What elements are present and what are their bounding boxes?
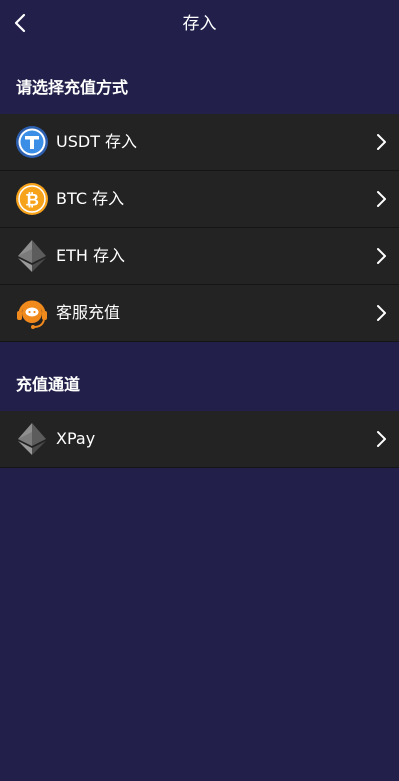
chevron-right-icon (377, 248, 386, 264)
method-row-usdt[interactable]: USDT 存入 (0, 114, 399, 171)
usdt-tether-icon (16, 126, 48, 158)
chevron-right-icon (377, 305, 386, 321)
channel-label-xpay: XPay (56, 429, 96, 448)
bitcoin-icon: ₿ (16, 183, 48, 215)
section-title-channels: 充值通道 (16, 375, 81, 394)
ethereum-icon (18, 240, 46, 272)
method-label-btc: BTC 存入 (56, 189, 125, 208)
ethereum-icon (18, 423, 46, 455)
channel-row-xpay[interactable]: XPay (0, 411, 399, 468)
method-row-eth[interactable]: ETH 存入 (0, 228, 399, 285)
chevron-right-icon (377, 431, 386, 447)
payment-methods-list: USDT 存入 ₿ BTC 存入 ETH 存入 客服充值 (0, 114, 399, 342)
method-label-eth: ETH 存入 (56, 246, 126, 265)
channels-list: XPay (0, 411, 399, 468)
method-row-customer-service[interactable]: 客服充值 (0, 285, 399, 342)
section-title-payment-methods: 请选择充值方式 (16, 78, 129, 97)
method-label-usdt: USDT 存入 (56, 132, 138, 151)
page-title: 存入 (182, 14, 217, 34)
method-label-customer-service: 客服充值 (56, 303, 121, 322)
svg-text:₿: ₿ (25, 191, 39, 211)
chevron-right-icon (377, 134, 386, 150)
customer-service-headset-icon (17, 300, 47, 329)
chevron-right-icon (377, 191, 386, 207)
header-bar: 存入 (0, 0, 399, 48)
method-row-btc[interactable]: ₿ BTC 存入 (0, 171, 399, 228)
